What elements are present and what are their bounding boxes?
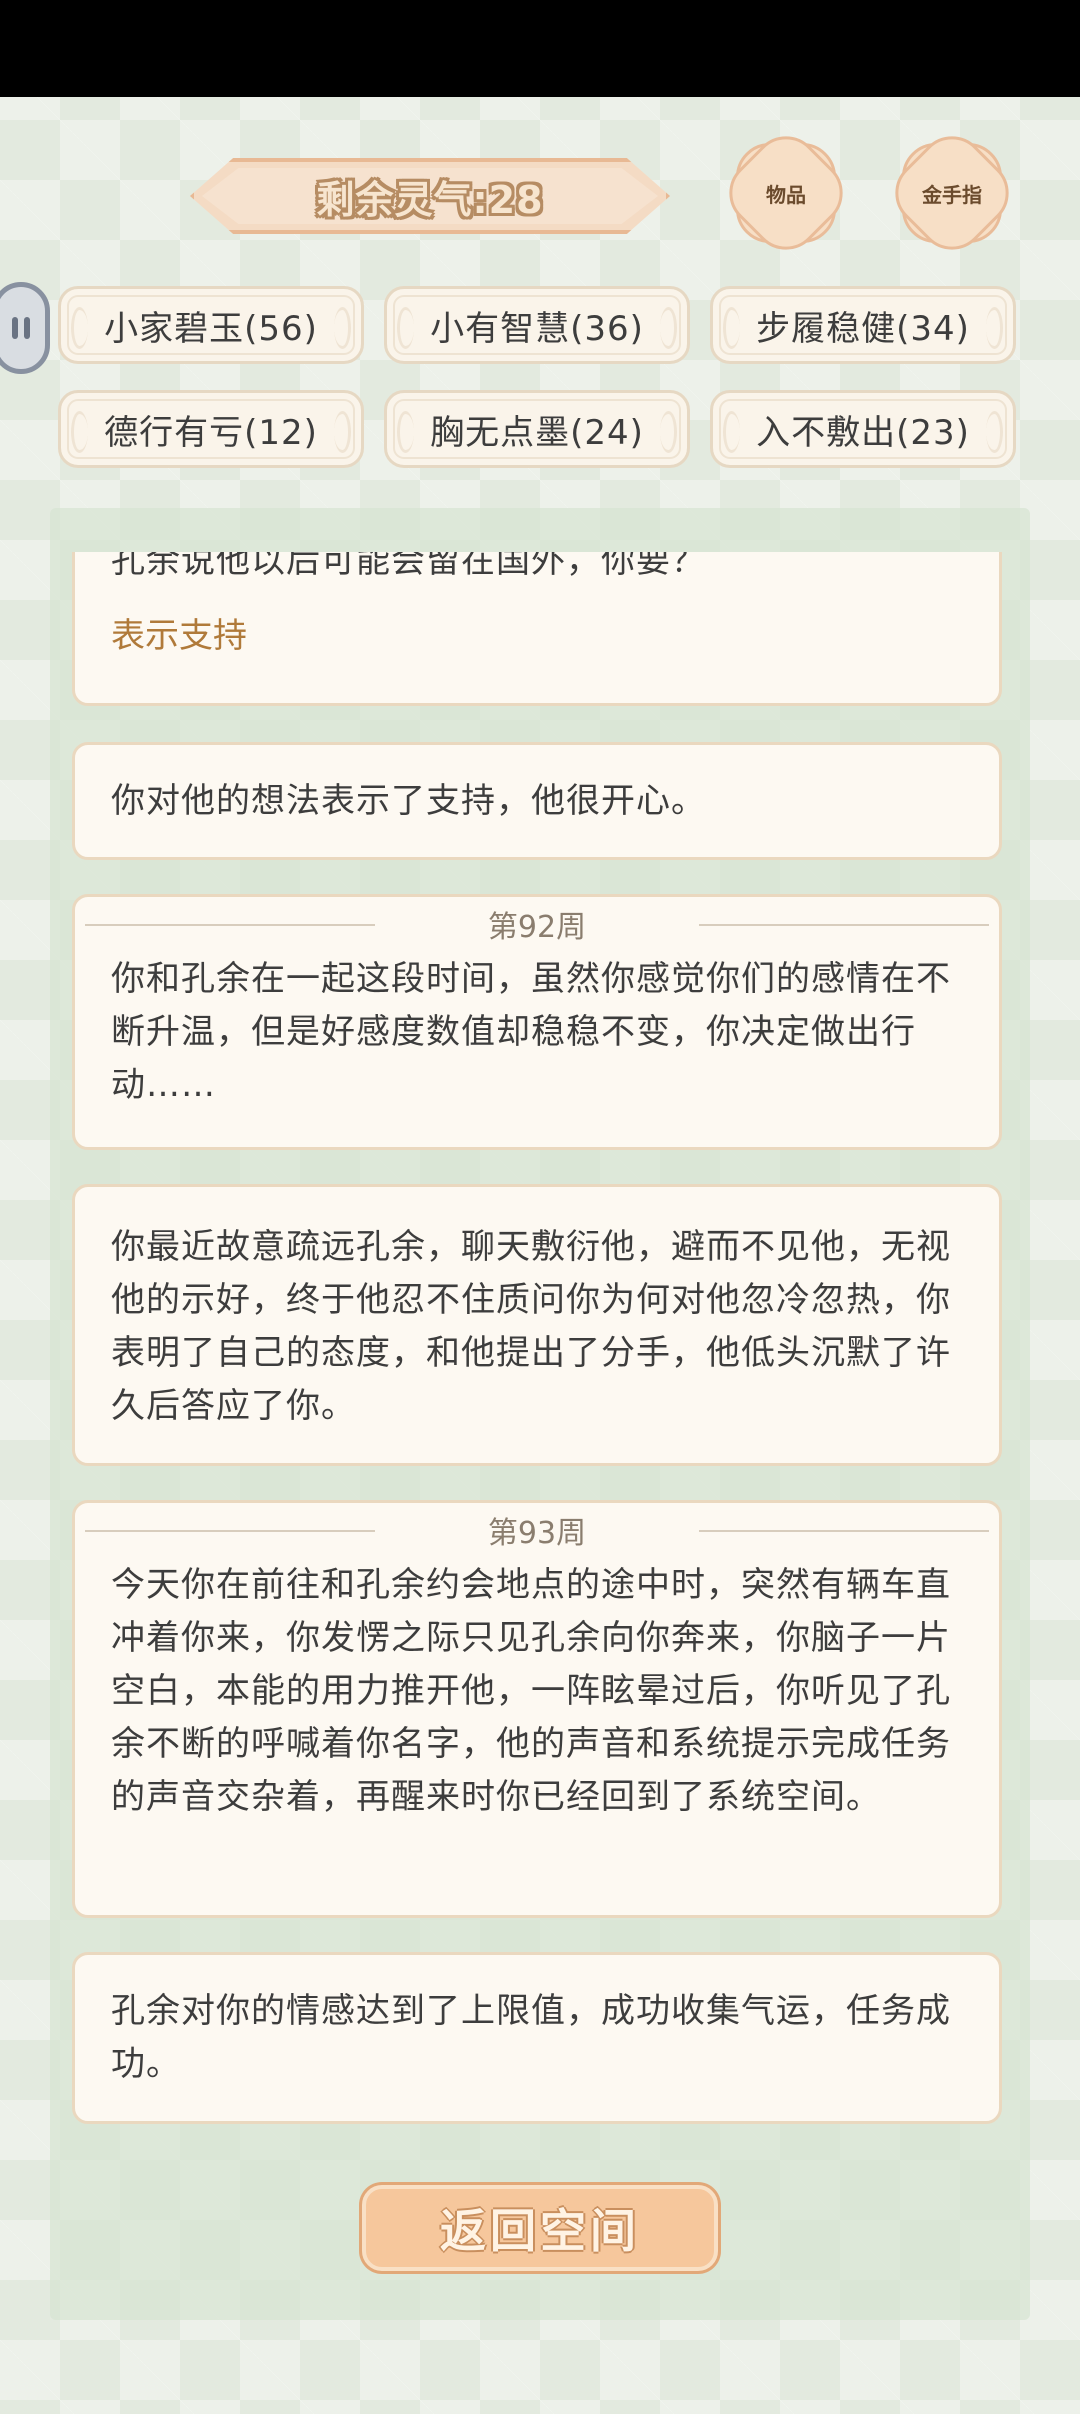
event-card: 第93周 今天你在前往和孔余约会地点的途中时，突然有辆车直冲着你来，你发愣之际只… [72, 1500, 1002, 1918]
event-text: 孔余对你的情感达到了上限值，成功收集气运，任务成功。 [111, 1991, 951, 2084]
event-text: 你最近故意疏远孔余，聊天敷衍他，避而不见他，无视他的示好，终于他忍不住质问你为何… [111, 1227, 951, 1426]
cheat-button[interactable]: 金手指 [881, 122, 1023, 264]
trait-badge: 入不敷出(23) [710, 390, 1016, 468]
event-card: 你对他的想法表示了支持，他很开心。 [72, 742, 1002, 860]
week-label: 第93周 [473, 1508, 601, 1552]
trait-badge: 小有智慧(36) [384, 286, 690, 364]
status-bar [0, 0, 1080, 97]
event-choice: 表示支持 [111, 616, 247, 656]
return-to-space-button[interactable]: 返回空间 [362, 2185, 718, 2271]
trait-label: 小有智慧(36) [430, 308, 644, 349]
event-text: 你和孔余在一起这段时间，虽然你感觉你们的感情在不断升温，但是好感度数值却稳稳不变… [111, 959, 951, 1105]
event-text: 你对他的想法表示了支持，他很开心。 [111, 781, 706, 821]
floating-assistant-icon[interactable] [0, 282, 50, 374]
week-header: 第93周 [75, 1503, 999, 1557]
spirit-counter-banner: 剩余灵气:28 [190, 158, 670, 234]
trait-badge: 小家碧玉(56) [58, 286, 364, 364]
event-card: 孔余说他以后可能会留在国外，你要？ 表示支持 [72, 552, 1002, 706]
event-text: 孔余说他以后可能会留在国外，你要？ [111, 552, 706, 581]
trait-label: 步履稳健(34) [756, 308, 970, 349]
trait-label: 小家碧玉(56) [104, 308, 318, 349]
trait-badge: 步履稳健(34) [710, 286, 1016, 364]
items-button[interactable]: 物品 [715, 122, 857, 264]
week-header: 第92周 [75, 897, 999, 951]
trait-label: 德行有亏(12) [104, 412, 318, 453]
cheat-button-label: 金手指 [922, 182, 982, 207]
event-log-scroll[interactable]: 孔余说他以后可能会留在国外，你要？ 表示支持 你对他的想法表示了支持，他很开心。… [70, 552, 1006, 2132]
event-card: 你最近故意疏远孔余，聊天敷衍他，避而不见他，无视他的示好，终于他忍不住质问你为何… [72, 1184, 1002, 1466]
return-button-label: 返回空间 [440, 2204, 640, 2258]
trait-label: 入不敷出(23) [756, 412, 970, 453]
trait-label: 胸无点墨(24) [430, 412, 644, 453]
spirit-counter-label: 剩余灵气:28 [316, 177, 544, 222]
event-card: 孔余对你的情感达到了上限值，成功收集气运，任务成功。 [72, 1952, 1002, 2124]
trait-badge: 德行有亏(12) [58, 390, 364, 468]
items-button-label: 物品 [766, 182, 806, 207]
event-card: 第92周 你和孔余在一起这段时间，虽然你感觉你们的感情在不断升温，但是好感度数值… [72, 894, 1002, 1150]
week-label: 第92周 [473, 902, 601, 946]
event-text: 今天你在前往和孔余约会地点的途中时，突然有辆车直冲着你来，你发愣之际只见孔余向你… [111, 1565, 951, 1817]
trait-badge: 胸无点墨(24) [384, 390, 690, 468]
